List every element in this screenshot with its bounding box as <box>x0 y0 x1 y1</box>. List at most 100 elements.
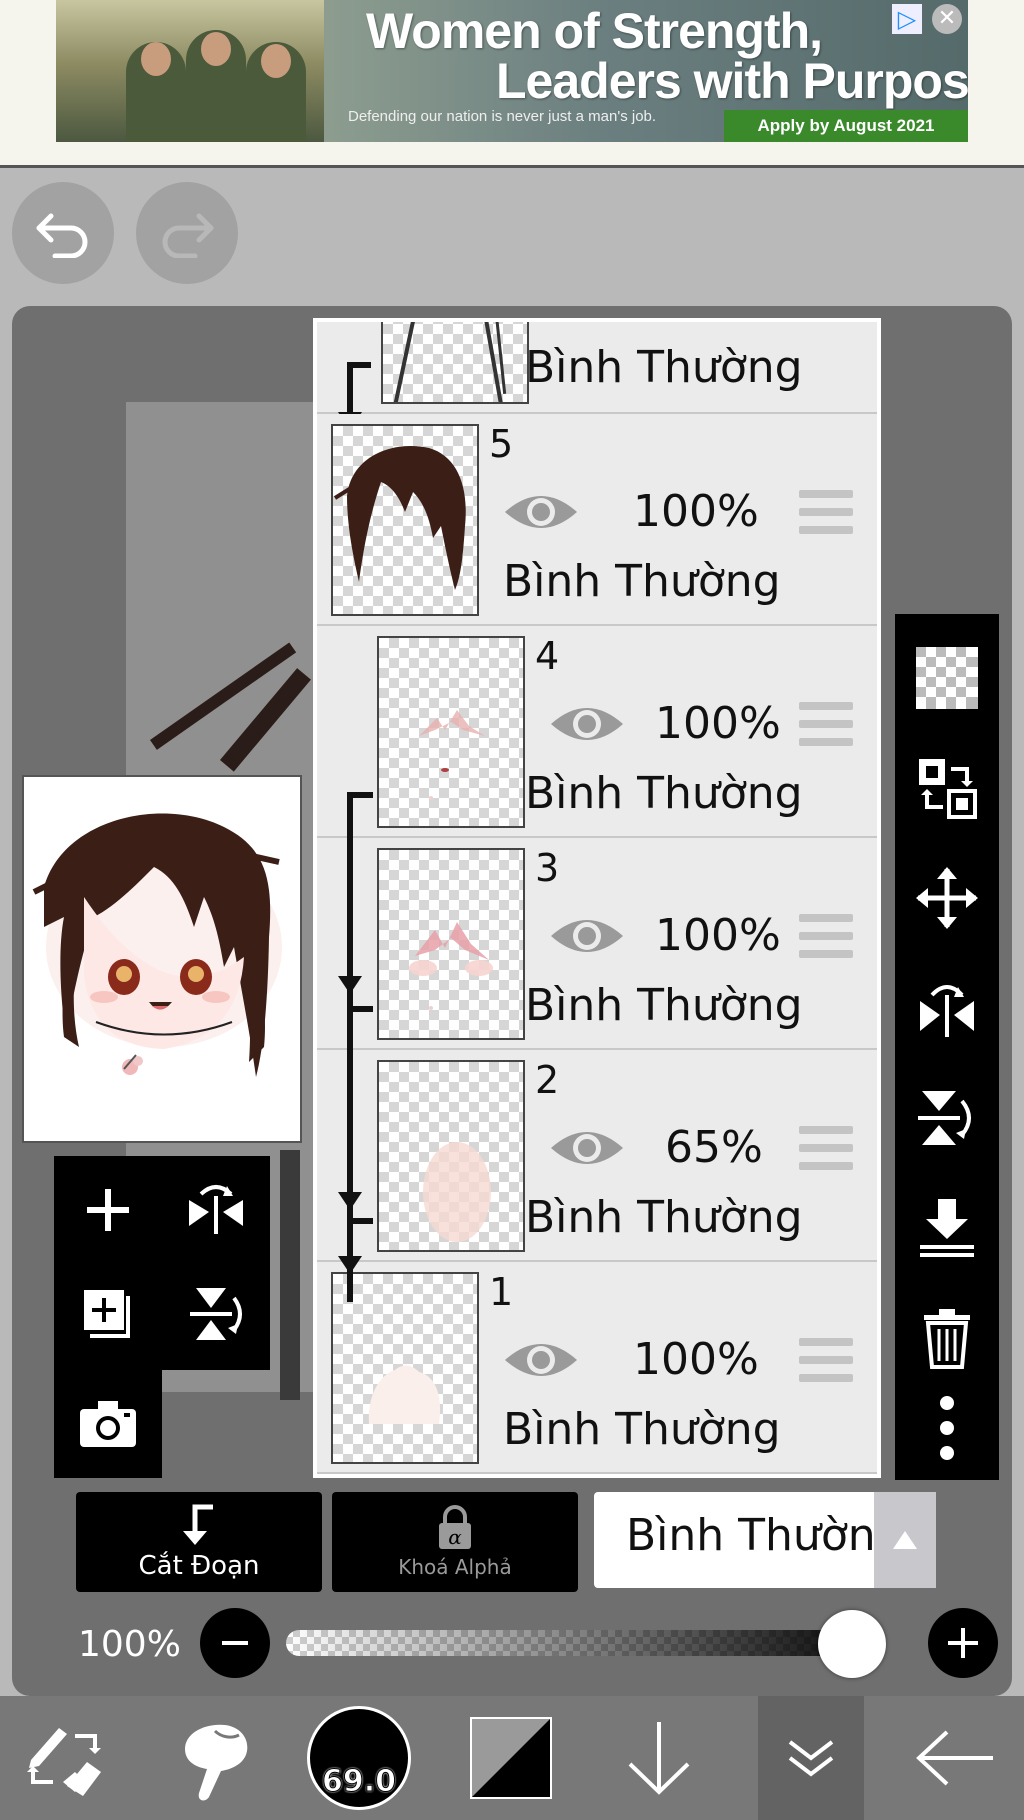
camera-icon <box>80 1401 136 1447</box>
clip-indicator <box>351 1006 373 1012</box>
clip-arrow-icon <box>338 976 362 994</box>
clip-arrow-icon <box>338 1192 362 1210</box>
opacity-decrease-button[interactable] <box>200 1608 270 1678</box>
clipping-button[interactable]: Cắt Đoạn <box>76 1492 322 1592</box>
opacity-slider[interactable] <box>286 1630 886 1656</box>
back-button[interactable] <box>900 1696 1010 1820</box>
opacity-slider-thumb[interactable] <box>818 1610 886 1678</box>
flip-horizontal-icon <box>189 1185 243 1234</box>
blend-mode-select[interactable]: Bình Thường <box>594 1492 936 1588</box>
new-transparent-layer-button[interactable] <box>895 628 999 728</box>
flip-horizontal-layer-button[interactable] <box>164 1158 268 1262</box>
drag-handle-icon[interactable] <box>799 1126 853 1170</box>
alpha-lock-button[interactable]: α Khoá Alphả <box>332 1492 578 1592</box>
delete-layer-button[interactable] <box>895 1288 999 1388</box>
ad-title-line1: Women of Strength, <box>366 3 823 59</box>
brush-size-value: 69.0 <box>321 1764 397 1800</box>
layer-thumbnail <box>377 636 525 828</box>
drag-handle-icon[interactable] <box>799 1338 853 1382</box>
layer-blend-mode: Bình Thường <box>525 342 803 393</box>
layer-opacity: 100% <box>633 486 759 537</box>
layer-blend-mode: Bình Thường <box>525 768 803 819</box>
ad-photo <box>56 0 324 142</box>
redo-button[interactable] <box>136 182 238 284</box>
eye-icon[interactable] <box>549 700 625 748</box>
layer-thumbnail <box>381 322 529 404</box>
plus-icon <box>87 1189 129 1231</box>
ad-close-icon[interactable]: ✕ <box>932 4 962 34</box>
flip-horizontal-button[interactable] <box>895 958 999 1058</box>
color-button[interactable] <box>456 1696 566 1820</box>
layer-number: 2 <box>535 1058 560 1102</box>
layer-opacity: 65% <box>665 1122 763 1173</box>
clip-indicator <box>351 1218 373 1224</box>
canvas-preview[interactable] <box>22 775 302 1143</box>
eye-icon[interactable] <box>503 1336 579 1384</box>
dropdown-arrow-icon[interactable] <box>874 1492 936 1588</box>
swap-tool-button[interactable] <box>10 1696 120 1820</box>
ad-banner[interactable]: Women of Strength, Leaders with Purpose.… <box>56 0 968 142</box>
flip-vertical-button[interactable] <box>895 1068 999 1168</box>
ad-strip: Women of Strength, Leaders with Purpose.… <box>0 0 1024 168</box>
merge-down-button[interactable] <box>895 1178 999 1278</box>
ad-choices-icon[interactable]: ▷ <box>892 4 922 34</box>
color-swatch-icon <box>470 1717 552 1799</box>
ad-person-head <box>201 32 231 66</box>
bottom-toolbar: 69.0 <box>0 1696 1024 1820</box>
camera-import-button[interactable] <box>56 1372 160 1476</box>
alpha-lock-label: Khoá Alphả <box>398 1555 512 1579</box>
layer-row-5[interactable]: 5 100% Bình Thường <box>317 414 877 626</box>
ad-subtitle: Defending our nation is never just a man… <box>348 108 657 125</box>
move-layer-button[interactable] <box>895 848 999 948</box>
clipping-label: Cắt Đoạn <box>138 1551 260 1581</box>
redo-icon <box>162 213 214 258</box>
arrow-left-icon <box>916 1730 993 1786</box>
layer-row-3[interactable]: 3 100% Bình Thường <box>317 838 877 1050</box>
drag-handle-icon[interactable] <box>799 702 853 746</box>
layer-thumbnail <box>331 1272 479 1464</box>
more-options-button[interactable] <box>895 1378 999 1478</box>
clip-indicator <box>347 362 371 368</box>
flip-vertical-layer-button[interactable] <box>164 1262 268 1366</box>
eye-icon[interactable] <box>549 912 625 960</box>
eye-icon[interactable] <box>549 1124 625 1172</box>
opacity-increase-button[interactable] <box>928 1608 998 1678</box>
finger-tool-button[interactable] <box>160 1696 270 1820</box>
brush-size-indicator: 69.0 <box>307 1706 411 1810</box>
hand-icon <box>185 1724 248 1801</box>
layers-list: Bình Thường 5 100% Bình Thường 4 100% Bì… <box>317 322 877 1474</box>
add-layer-from-copy-button[interactable] <box>56 1262 160 1366</box>
drag-handle-icon[interactable] <box>799 490 853 534</box>
layer-thumbnail <box>377 848 525 1040</box>
layer-number: 4 <box>535 634 560 678</box>
trash-icon <box>924 1309 970 1369</box>
merge-down-icon <box>920 1199 974 1257</box>
layer-down-button[interactable] <box>604 1696 714 1820</box>
eye-icon[interactable] <box>503 488 579 536</box>
layer-row-2[interactable]: 2 65% Bình Thường <box>317 1050 877 1262</box>
drag-handle-icon[interactable] <box>799 914 853 958</box>
layer-row-1[interactable]: 1 100% Bình Thường <box>317 1262 877 1474</box>
layer-row-4[interactable]: 4 100% Bình Thường <box>317 626 877 838</box>
swap-layer-button[interactable] <box>895 738 999 838</box>
undo-icon <box>36 213 88 258</box>
layer-opacity: 100% <box>655 910 781 961</box>
layer-row-partial[interactable]: Bình Thường <box>317 322 877 414</box>
chibi-illustration <box>32 813 282 1077</box>
arrow-down-icon <box>628 1722 690 1795</box>
svg-text:α: α <box>448 1525 462 1549</box>
brush-size-button[interactable]: 69.0 <box>304 1696 414 1820</box>
undo-button[interactable] <box>12 182 114 284</box>
add-layer-button[interactable] <box>56 1158 160 1262</box>
lock-icon: α <box>439 1505 471 1549</box>
layer-number: 1 <box>489 1270 514 1314</box>
double-chevron-down-icon <box>788 1740 834 1777</box>
blend-mode-value: Bình Thường <box>626 1510 904 1561</box>
ad-cta[interactable]: Apply by August 2021 <box>724 110 968 142</box>
minus-icon <box>222 1641 248 1645</box>
clip-arrow-icon <box>183 1504 213 1545</box>
layers-panel: Bình Thường 5 100% Bình Thường 4 100% Bì… <box>313 318 881 1478</box>
move-icon <box>916 867 978 929</box>
layers-button[interactable] <box>758 1696 864 1820</box>
canvas-hair-stroke <box>280 1150 300 1400</box>
